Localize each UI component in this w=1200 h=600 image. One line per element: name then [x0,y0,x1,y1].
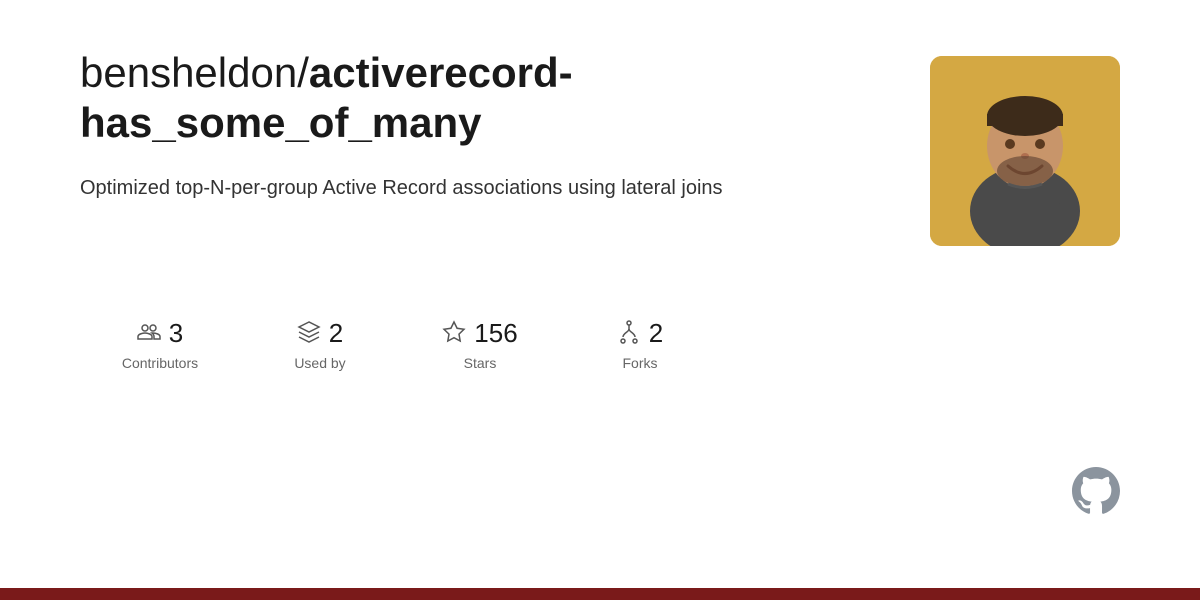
stars-count: 156 [474,318,517,349]
stat-forks-top: 2 [617,318,663,349]
used-by-label: Used by [294,355,345,371]
github-icon-container[interactable] [1072,467,1120,520]
repo-description: Optimized top-N-per-group Active Record … [80,173,760,203]
stat-contributors[interactable]: 3 Contributors [80,318,240,371]
stat-forks[interactable]: 2 Forks [560,318,720,371]
forks-label: Forks [623,355,658,371]
contributors-count: 3 [169,318,183,349]
top-section: bensheldon/activerecord-has_some_of_many… [80,48,1120,246]
stat-used-by[interactable]: 2 Used by [240,318,400,371]
forks-count: 2 [649,318,663,349]
avatar [930,56,1120,246]
used-by-count: 2 [329,318,343,349]
stat-stars-top: 156 [442,318,517,349]
stat-contributors-top: 3 [137,318,183,349]
fork-icon [617,320,641,348]
github-icon [1072,467,1120,515]
repo-owner: bensheldon [80,49,297,96]
stats-section: 3 Contributors 2 Used by [80,318,1120,403]
title-section: bensheldon/activerecord-has_some_of_many… [80,48,860,203]
contributors-icon [137,320,161,348]
main-container: bensheldon/activerecord-has_some_of_many… [0,0,1200,540]
contributors-label: Contributors [122,355,198,371]
stat-stars[interactable]: 156 Stars [400,318,560,371]
star-icon [442,320,466,348]
stat-used-by-top: 2 [297,318,343,349]
avatar-section [930,56,1120,246]
bottom-bar [0,588,1200,600]
stars-label: Stars [464,355,497,371]
repo-title: bensheldon/activerecord-has_some_of_many [80,48,860,149]
package-icon [297,320,321,348]
